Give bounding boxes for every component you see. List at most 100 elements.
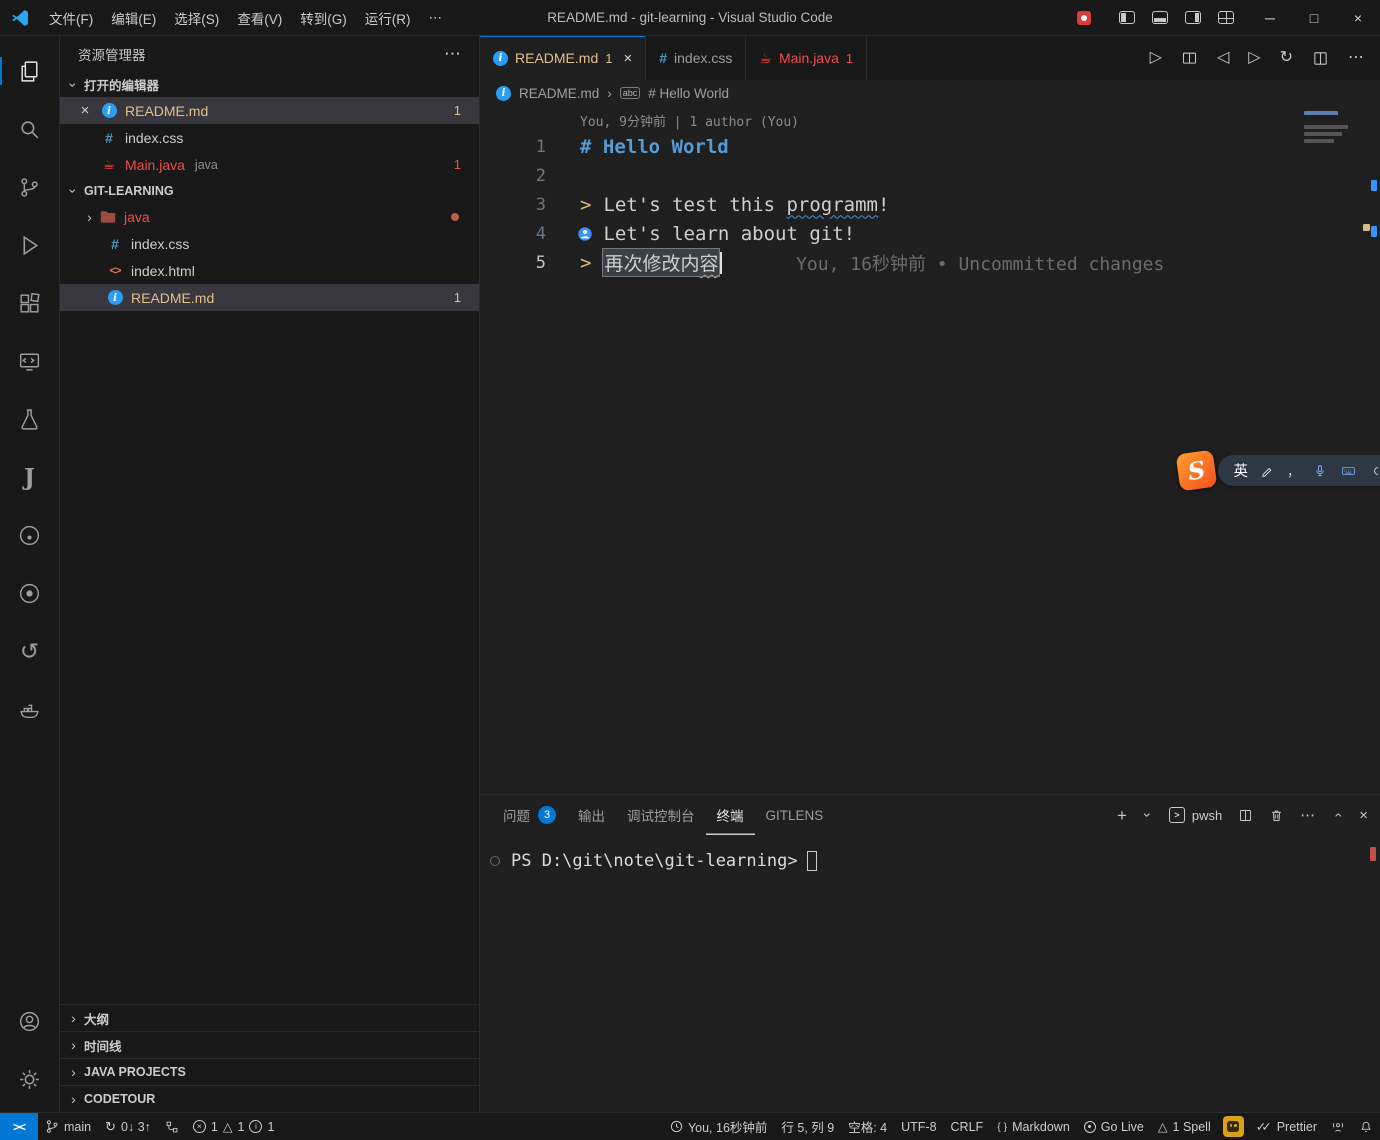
tab-bar: i README.md 1 × # index.css ☕ Main.java …: [480, 36, 1380, 80]
terminal-dropdown-icon[interactable]: ›: [1140, 810, 1156, 820]
live-server-icon[interactable]: [0, 506, 60, 564]
git-branch-item[interactable]: main: [38, 1113, 98, 1140]
ime-keyboard-icon[interactable]: [1340, 464, 1357, 478]
record-target-icon[interactable]: [0, 564, 60, 622]
menu-view[interactable]: 查看(V): [228, 4, 291, 32]
outline-section[interactable]: › 大纲: [60, 1004, 479, 1031]
indentation-item[interactable]: 空格: 4: [841, 1113, 894, 1140]
eol-item[interactable]: CRLF: [944, 1113, 991, 1140]
spell-checker-item[interactable]: △ 1 Spell: [1151, 1113, 1218, 1140]
menu-selection[interactable]: 选择(S): [165, 4, 228, 32]
terminal-profile[interactable]: > pwsh: [1169, 807, 1222, 823]
close-window-button[interactable]: ×: [1336, 0, 1380, 36]
customize-layout-icon[interactable]: [1218, 11, 1234, 24]
testing-icon[interactable]: [0, 390, 60, 448]
ime-punct-toggle[interactable]: ，: [1287, 461, 1300, 480]
terminal[interactable]: PS D:\git\note\git-learning>: [480, 835, 1380, 871]
ime-mic-icon[interactable]: [1313, 463, 1327, 479]
gitlens-status-icon[interactable]: [158, 1113, 186, 1140]
open-preview-icon[interactable]: [1181, 50, 1198, 67]
codetour-icon[interactable]: ↺: [0, 622, 60, 680]
chevron-right-icon: ›: [66, 1091, 81, 1107]
open-changes-next-icon[interactable]: ▷: [1248, 50, 1260, 66]
new-terminal-icon[interactable]: +: [1117, 807, 1127, 824]
panel-more-actions-icon[interactable]: ⋯: [1300, 808, 1315, 823]
breadcrumb-file[interactable]: README.md: [519, 86, 599, 101]
sync-changes-item[interactable]: ↻ 0↓ 3↑: [98, 1113, 158, 1140]
tree-item-readme[interactable]: i README.md 1: [60, 284, 479, 311]
ime-mode-toggle[interactable]: 英: [1233, 460, 1248, 481]
docker-icon[interactable]: [0, 680, 60, 738]
extension-status-badge[interactable]: [1223, 1116, 1244, 1137]
close-editor-icon[interactable]: ×: [72, 102, 98, 119]
java-projects-icon[interactable]: J: [0, 448, 60, 506]
tree-item-indexcss[interactable]: # index.css: [60, 230, 479, 257]
tab-readme[interactable]: i README.md 1 ×: [480, 36, 646, 80]
accounts-icon[interactable]: [0, 992, 60, 1050]
codetour-section[interactable]: › CODETOUR: [60, 1085, 479, 1112]
problems-item[interactable]: × 1 △ 1 i 1: [186, 1113, 281, 1140]
language-mode-item[interactable]: { } Markdown: [990, 1113, 1077, 1140]
blame-status-item[interactable]: You, 16秒钟前: [663, 1113, 774, 1140]
close-tab-icon[interactable]: ×: [623, 50, 632, 67]
sogou-logo-icon[interactable]: S: [1176, 450, 1218, 492]
menu-run[interactable]: 运行(R): [356, 4, 420, 32]
cursor-position-item[interactable]: 行 5, 列 9: [774, 1113, 841, 1140]
split-terminal-icon[interactable]: [1238, 808, 1253, 823]
tab-gitlens[interactable]: GITLENS: [755, 795, 835, 835]
tab-output[interactable]: 输出: [567, 795, 616, 835]
file-history-icon[interactable]: ↻: [1280, 50, 1293, 66]
go-live-item[interactable]: Go Live: [1077, 1113, 1151, 1140]
tree-item-indexhtml[interactable]: <> index.html: [60, 257, 479, 284]
run-and-debug-icon[interactable]: [0, 216, 60, 274]
maximize-panel-icon[interactable]: ›: [1329, 809, 1345, 821]
tab-mainjava[interactable]: ☕ Main.java 1: [746, 36, 867, 80]
ime-toolbox-icon[interactable]: [1370, 464, 1378, 478]
screencast-item[interactable]: [1324, 1113, 1352, 1140]
breadcrumb-symbol[interactable]: # Hello World: [648, 86, 729, 101]
more-actions-icon[interactable]: ⋯: [1348, 50, 1364, 66]
settings-gear-icon[interactable]: [0, 1050, 60, 1108]
open-editors-header[interactable]: › 打开的编辑器: [60, 72, 479, 97]
minimize-button[interactable]: ─: [1248, 0, 1292, 36]
sidebar-more-actions-icon[interactable]: ⋯: [438, 44, 467, 64]
split-editor-icon[interactable]: [1312, 50, 1329, 67]
remote-explorer-icon[interactable]: [0, 332, 60, 390]
close-panel-icon[interactable]: ×: [1359, 808, 1368, 823]
run-file-icon[interactable]: ▷: [1150, 50, 1162, 66]
source-control-icon[interactable]: [0, 158, 60, 216]
menu-go[interactable]: 转到(G): [291, 4, 356, 32]
tab-indexcss[interactable]: # index.css: [646, 36, 746, 80]
search-icon[interactable]: [0, 100, 60, 158]
workspace-root-header[interactable]: › GIT-LEARNING: [60, 178, 479, 203]
encoding-item[interactable]: UTF-8: [894, 1113, 943, 1140]
menu-edit[interactable]: 编辑(E): [102, 4, 165, 32]
toggle-panel-icon[interactable]: [1152, 11, 1168, 24]
ime-pen-icon[interactable]: [1261, 464, 1274, 477]
tree-item-java-folder[interactable]: › java: [60, 203, 479, 230]
kill-terminal-trash-icon[interactable]: [1269, 808, 1284, 823]
toggle-secondary-sidebar-icon[interactable]: [1185, 11, 1201, 24]
git-branch-icon: [45, 1119, 59, 1134]
extensions-icon[interactable]: [0, 274, 60, 332]
notifications-item[interactable]: [1352, 1113, 1380, 1140]
codelens-blame[interactable]: You, 9分钟前 | 1 author (You): [480, 106, 1380, 132]
open-changes-prev-icon[interactable]: ◁: [1217, 50, 1229, 66]
tab-problems[interactable]: 问题 3: [492, 795, 567, 835]
code-editor[interactable]: You, 9分钟前 | 1 author (You) 1 # Hello Wor…: [480, 106, 1380, 794]
open-editor-readme[interactable]: × i README.md 1: [60, 97, 479, 124]
explorer-icon[interactable]: [0, 42, 60, 100]
prettier-item[interactable]: ✓✓ Prettier: [1249, 1113, 1324, 1140]
open-editor-indexcss[interactable]: # index.css: [60, 124, 479, 151]
tab-debug-console[interactable]: 调试控制台: [616, 795, 706, 835]
timeline-section[interactable]: › 时间线: [60, 1031, 479, 1058]
toggle-sidebar-icon[interactable]: [1119, 11, 1135, 24]
minimap[interactable]: [1304, 111, 1364, 146]
tab-terminal[interactable]: 终端: [706, 795, 755, 835]
menu-more-icon[interactable]: ⋯: [420, 4, 452, 32]
java-projects-section[interactable]: › JAVA PROJECTS: [60, 1058, 479, 1085]
open-editor-mainjava[interactable]: ☕ Main.java java 1: [60, 151, 479, 178]
maximize-button[interactable]: □: [1292, 0, 1336, 36]
menu-file[interactable]: 文件(F): [40, 4, 102, 32]
remote-indicator[interactable]: ><: [0, 1113, 38, 1140]
